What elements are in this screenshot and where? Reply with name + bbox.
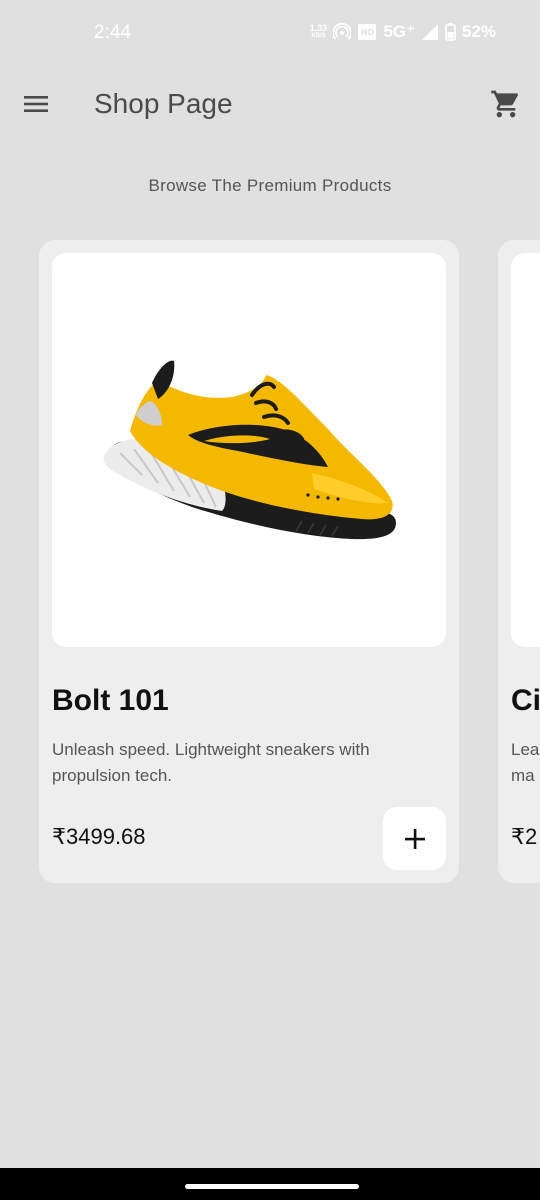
status-bar: 2:44 1.33 KB/S HD 5G⁺ 52% bbox=[0, 0, 540, 68]
svg-text:HD: HD bbox=[361, 28, 375, 37]
hamburger-menu-icon[interactable] bbox=[22, 92, 50, 116]
battery-icon bbox=[445, 23, 456, 41]
product-description: Unleash speed. Lightweight sneakers with… bbox=[52, 740, 370, 785]
product-list[interactable]: Bolt 101 Unleash speed. Lightweight snea… bbox=[0, 240, 540, 884]
battery-level: 52% bbox=[461, 22, 496, 41]
app-bar: Shop Page bbox=[0, 68, 540, 140]
status-indicators: 1.33 KB/S HD 5G⁺ 52% bbox=[310, 22, 496, 42]
product-price: ₹2 bbox=[511, 824, 538, 849]
product-image bbox=[511, 253, 540, 647]
shopping-cart-icon[interactable] bbox=[490, 88, 522, 120]
product-name: Ci bbox=[511, 684, 540, 717]
net-speed-value: 1.33 bbox=[309, 23, 328, 33]
network-type: 5G⁺ bbox=[383, 22, 415, 41]
add-to-cart-button[interactable] bbox=[383, 807, 446, 870]
product-description: Lea ma bbox=[511, 740, 540, 785]
product-name: Bolt 101 bbox=[52, 684, 169, 717]
shop-screen: 2:44 1.33 KB/S HD 5G⁺ 52% Shop Page Brow… bbox=[0, 0, 540, 1200]
status-time: 2:44 bbox=[94, 22, 131, 43]
net-speed: 1.33 KB/S bbox=[310, 24, 328, 40]
sneaker-image bbox=[103, 360, 397, 540]
system-navigation-bar bbox=[0, 1168, 540, 1200]
hd-call-icon: HD bbox=[358, 24, 377, 40]
page-title: Shop Page bbox=[94, 88, 233, 119]
net-speed-unit: KB/S bbox=[311, 33, 326, 39]
plus-icon bbox=[404, 828, 425, 849]
page-subtitle: Browse The Premium Products bbox=[148, 176, 392, 195]
product-price: ₹3499.68 bbox=[52, 824, 146, 849]
home-indicator[interactable] bbox=[185, 1184, 359, 1189]
product-image bbox=[52, 253, 446, 647]
product-card[interactable]: Bolt 101 Unleash speed. Lightweight snea… bbox=[39, 240, 459, 883]
product-card[interactable]: Ci Lea ma ₹2 bbox=[498, 240, 540, 883]
hotspot-icon bbox=[333, 23, 352, 40]
signal-icon bbox=[421, 24, 438, 40]
